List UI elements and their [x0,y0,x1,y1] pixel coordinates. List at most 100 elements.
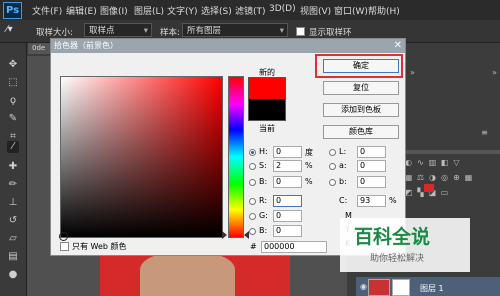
web-only-checkbox[interactable] [60,242,69,251]
eraser-tool-icon[interactable]: ▱ [7,233,19,245]
move-tool-icon[interactable]: ✥ [7,59,19,71]
s-label: S: [259,161,267,170]
exposure-icon[interactable]: ◧ [440,158,449,167]
eye-icon[interactable]: ◉ [360,282,367,291]
current-color-label: 当前 [259,124,275,133]
hex-label: # [250,242,257,251]
clone-stamp-icon[interactable]: ⊥ [7,197,19,209]
s-radio[interactable] [249,163,256,170]
blue-input[interactable]: 0 [273,225,302,237]
add-to-swatches-button[interactable]: 添加到色板 [323,103,399,117]
gradient-map-icon[interactable]: ▭ [440,188,449,197]
h-radio[interactable] [249,149,256,156]
curves-icon[interactable]: ∿ [416,158,425,167]
g-input[interactable]: 0 [273,210,302,222]
brush-tool-icon[interactable]: ✏ [7,179,19,191]
new-color-swatch [248,77,286,99]
reset-button[interactable]: 复位 [323,81,399,95]
h-unit: 度 [305,148,313,157]
menu-3d[interactable]: 3D(D) [269,4,296,14]
panel-collapse-icon-right[interactable]: » [490,68,499,77]
a-radio[interactable] [329,163,336,170]
menu-image[interactable]: 图像(I) [100,4,128,17]
s-input[interactable]: 2 [273,160,302,172]
bw-icon[interactable]: ◑ [428,173,437,182]
hex-input[interactable]: 000000 [261,241,327,253]
layer-thumbnail [368,279,390,296]
lab-b-input[interactable]: 0 [357,176,386,188]
menu-type[interactable]: 文字(Y) [167,4,198,17]
quick-select-tool-icon[interactable]: ✎ [7,113,19,125]
blur-tool-icon[interactable]: ● [7,269,19,281]
sample-size-value: 取样点 [89,26,115,36]
photo-portrait [140,252,235,296]
balance-icon[interactable]: ⚖ [416,173,425,182]
sample-select[interactable]: 所有图层 [182,23,288,38]
dialog-title-bar: 拾色器（前景色） ✕ [51,39,405,53]
watermark-title: 百科全说 [354,226,431,248]
healing-brush-icon[interactable]: ✚ [7,161,19,173]
sample-size-select[interactable]: 取样点 [84,23,152,38]
lasso-tool-icon[interactable]: ϙ [7,95,19,107]
marquee-tool-icon[interactable]: ⬚ [7,77,19,89]
lab-b-radio[interactable] [329,179,336,186]
color-field[interactable] [60,76,223,238]
menu-view[interactable]: 视图(V) [300,4,331,17]
close-icon[interactable]: ✕ [394,39,402,53]
eyedropper-tool-icon[interactable]: ⁄▾ [6,24,13,35]
a-input[interactable]: 0 [357,160,386,172]
c-input[interactable]: 93 [357,195,386,207]
menu-help[interactable]: 帮助(H) [368,4,400,17]
r-label: R: [259,196,268,205]
gradient-tool-icon[interactable]: ▤ [7,251,19,263]
panel-divider [402,150,500,154]
hue-slider[interactable] [228,76,244,238]
menu-layer[interactable]: 图层(L) [134,4,164,17]
r-radio[interactable] [249,198,256,205]
b-unit: % [305,177,313,186]
layer-name[interactable]: 图层 1 [420,283,444,294]
blue-label: B: [259,226,268,235]
r-input[interactable]: 0 [273,195,302,207]
b-input[interactable]: 0 [273,176,302,188]
panel-collapse-icon[interactable]: » [408,68,417,77]
sample-label: 样本: [160,28,180,38]
photo-filter-icon[interactable]: ◎ [440,173,449,182]
menu-file[interactable]: 文件(F) [32,4,62,17]
dialog-title: 拾色器（前景色） [54,41,118,50]
color-field-marker[interactable] [59,232,68,241]
b-radio[interactable] [249,179,256,186]
layer-color-swatch [424,184,434,192]
show-ring-label: 显示取样环 [309,28,352,38]
panel-menu-icon[interactable]: ≡ [480,128,489,137]
menu-edit[interactable]: 编辑(E) [66,4,97,17]
current-color-swatch [248,99,286,121]
h-input[interactable]: 0 [273,146,302,158]
show-ring-checkbox[interactable] [296,27,305,36]
web-only-option[interactable]: 只有 Web 颜色 [60,241,127,252]
blue-radio[interactable] [249,228,256,235]
history-brush-icon[interactable]: ↺ [7,215,19,227]
vibrance-icon[interactable]: ▽ [452,158,461,167]
a-label: a: [339,161,347,170]
l-label: L: [339,147,347,156]
l-radio[interactable] [329,149,336,156]
menu-bar: Ps 文件(F) 编辑(E) 图像(I) 图层(L) 文字(Y) 选择(S) 滤… [0,0,500,20]
color-libraries-button[interactable]: 颜色库 [323,125,399,139]
mixer-icon[interactable]: ⊕ [452,173,461,182]
tool-panel: ✥ ⬚ ϙ ✎ ⌗ ⁄ ✚ ✏ ⊥ ↺ ▱ ▤ ● [0,43,27,296]
l-input[interactable]: 0 [357,146,386,158]
menu-select[interactable]: 选择(S) [201,4,232,17]
grid-icon[interactable]: ▦ [464,173,473,182]
s-unit: % [305,161,313,170]
eyedropper-tool-icon[interactable]: ⁄ [7,141,19,153]
menu-window[interactable]: 窗口(W) [334,4,368,17]
ok-button[interactable]: 确定 [323,59,399,73]
menu-filter[interactable]: 滤镜(T) [235,4,266,17]
g-label: G: [259,211,268,220]
g-radio[interactable] [249,213,256,220]
c-label: C: [339,196,348,205]
c-unit: % [389,196,397,205]
levels-icon[interactable]: ▥ [428,158,437,167]
hue-slider-arrow-left[interactable] [222,231,227,239]
